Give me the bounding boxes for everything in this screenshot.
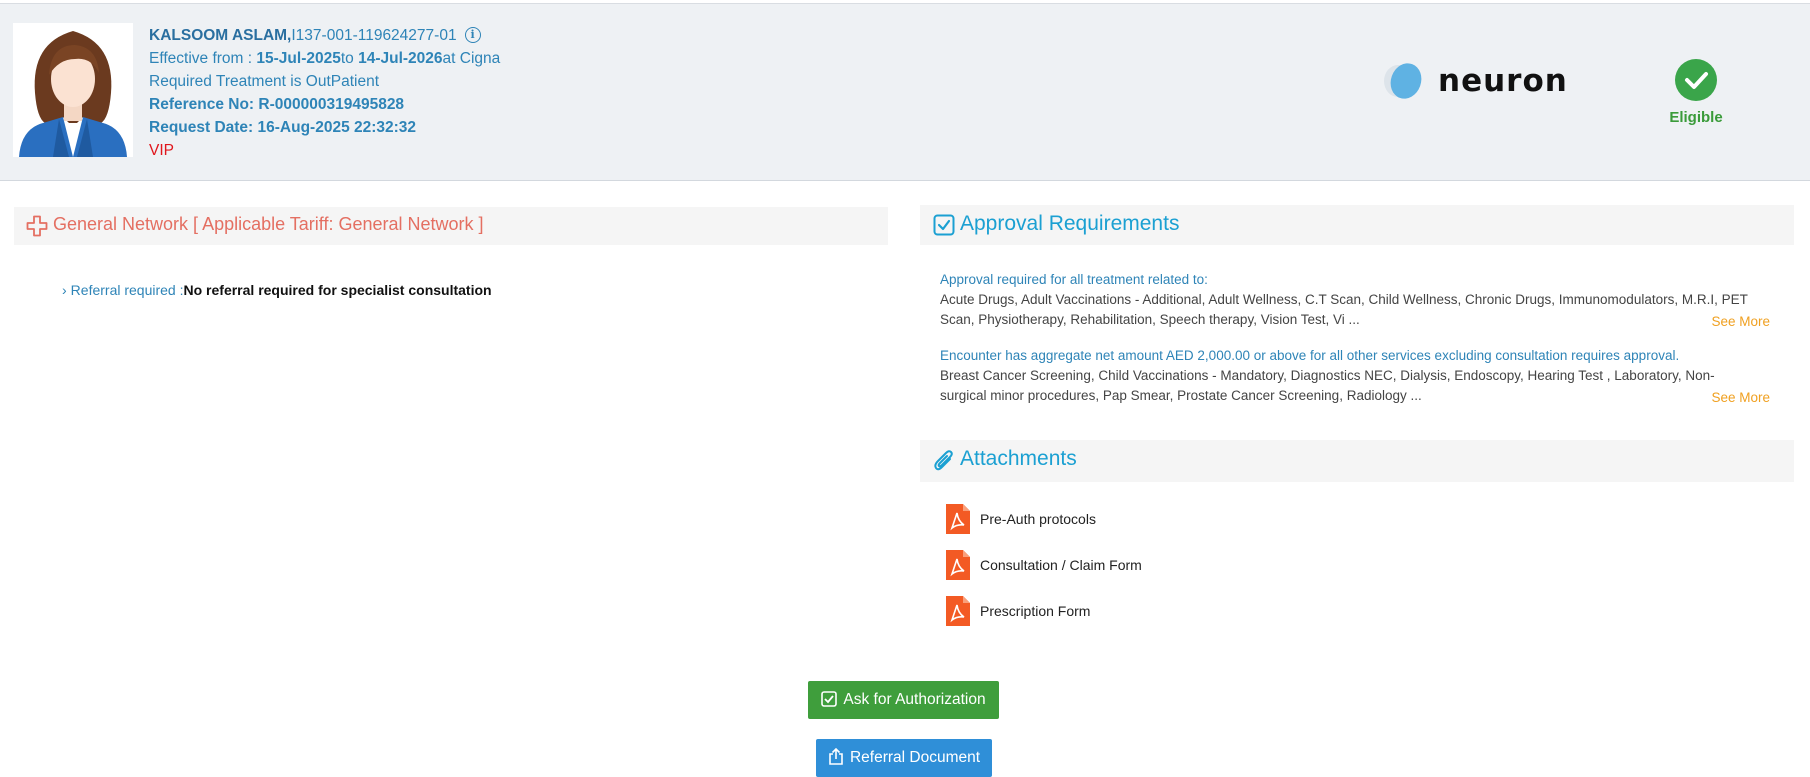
paperclip-icon [933,449,955,478]
referral-info: › Referral required :No referral required… [62,282,492,298]
pdf-icon [945,503,971,540]
approval-title: Approval Requirements [960,212,1180,235]
referral-value: No referral required for specialist cons… [183,282,492,298]
treatment-type: Required Treatment is OutPatient [149,73,380,90]
approval-item: Encounter has aggregate net amount AED 2… [940,346,1770,408]
attachments-section-header: Attachments [920,440,1794,482]
ask-authorization-label: Ask for Authorization [843,691,986,708]
member-header: KALSOOM ASLAM,I137-001-119624277-01 i Eff… [0,4,1810,181]
eligibility-label: Eligible [1669,109,1723,126]
effective-from: 15-Jul-2025 [256,50,341,67]
check-circle-icon [1675,59,1717,101]
pdf-icon [945,549,971,586]
approval-item-body: Breast Cancer Screening, Child Vaccinati… [940,368,1715,403]
approval-item-body: Acute Drugs, Adult Vaccinations - Additi… [940,292,1748,327]
approval-item-header: Encounter has aggregate net amount AED 2… [940,348,1680,363]
upload-icon [829,747,843,765]
chevron-right-icon: › [62,282,67,298]
member-id: I137-001-119624277-01 [291,27,457,44]
see-more-link[interactable]: See More [1711,312,1770,332]
network-section-header: General Network [ Applicable Tariff: Gen… [14,207,888,245]
network-title: General Network [ Applicable Tariff: Gen… [53,214,484,234]
attachments-title: Attachments [960,447,1077,470]
member-name: KALSOOM ASLAM, [149,27,292,44]
insurer: at Cigna [442,50,501,67]
referral-document-label: Referral Document [849,749,981,766]
approval-item-header: Approval required for all treatment rela… [940,272,1208,287]
reference-no: Reference No: R-000000319495828 [149,96,405,113]
brand-name: neuron [1438,63,1568,99]
approval-item: Approval required for all treatment rela… [940,270,1770,332]
info-icon[interactable]: i [464,27,481,43]
medical-cross-icon [26,215,48,242]
neuron-logo: neuron [1376,59,1567,109]
pdf-icon [945,595,971,632]
eligibility-status: Eligible [1660,59,1732,126]
ask-authorization-button[interactable]: Ask for Authorization [808,681,999,719]
member-info: KALSOOM ASLAM,I137-001-119624277-01 i Eff… [149,24,500,162]
checkbox-icon [933,214,955,241]
attachment-label: Prescription Form [980,603,1091,619]
attachment-label: Consultation / Claim Form [980,557,1142,573]
approval-section-header: Approval Requirements [920,205,1794,245]
effective-dates: Effective from : 15-Jul-2025to 14-Jul-20… [149,50,501,67]
request-date: Request Date: 16-Aug-2025 22:32:32 [149,119,417,136]
avatar [13,23,133,157]
effective-to: 14-Jul-2026 [358,50,443,67]
attachment-label: Pre-Auth protocols [980,511,1096,527]
referral-document-button[interactable]: Referral Document [816,739,992,777]
checkbox-icon [821,691,838,707]
see-more-link[interactable]: See More [1711,388,1770,408]
vip-badge: VIP [149,142,174,159]
referral-label: Referral required : [70,282,184,298]
